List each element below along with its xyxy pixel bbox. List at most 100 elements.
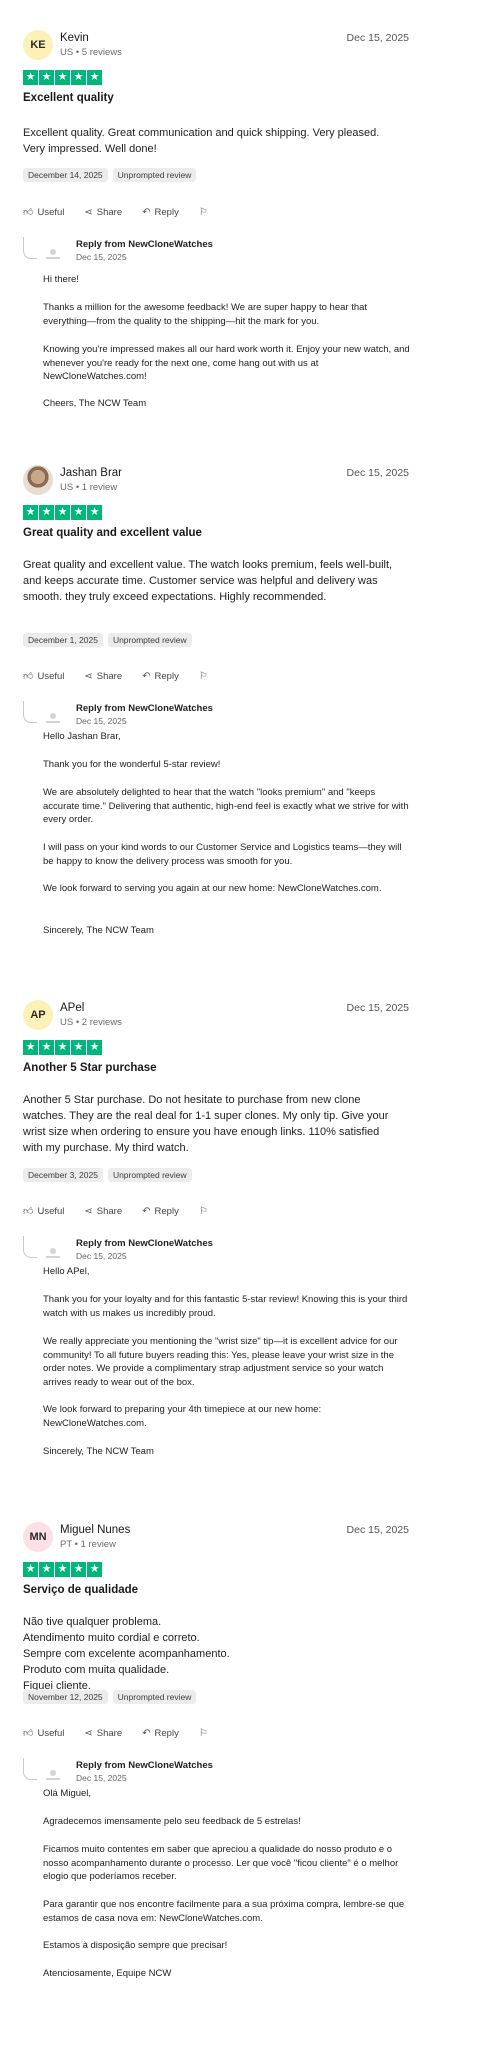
reviewer-name[interactable]: Jashan Brar: [60, 467, 122, 479]
star-icon: ★: [23, 1562, 38, 1577]
reply-paragraph: Ficamos muito contentes em saber que apr…: [43, 1844, 399, 1882]
avatar[interactable]: [23, 465, 53, 495]
star-icon: ★: [23, 1040, 38, 1055]
share-button[interactable]: ⋖ Share: [84, 1206, 122, 1217]
reply-from: Reply from NewCloneWatches: [76, 703, 213, 714]
reply-icon: ↶: [142, 1727, 151, 1739]
flag-button[interactable]: ⚐: [199, 1206, 208, 1217]
reviewer-name[interactable]: APel: [60, 1002, 84, 1014]
thumbs-up-icon: 👍︎: [23, 1206, 34, 1217]
useful-label: Useful: [37, 1205, 65, 1217]
experience-date-badge: December 14, 2025: [23, 168, 108, 182]
star-icon: ★: [55, 1040, 70, 1055]
useful-button[interactable]: 👍︎ Useful: [23, 1205, 65, 1218]
reply-paragraph: We look forward to preparing your 4th ti…: [43, 1404, 322, 1429]
reviewer-meta: US • 2 reviews: [60, 1017, 122, 1028]
star-icon: ★: [55, 1562, 70, 1577]
review-title[interactable]: Serviço de qualidade: [23, 1584, 138, 1596]
review-date: Dec 15, 2025: [346, 1524, 409, 1536]
reviewer-meta: US • 5 reviews: [60, 47, 122, 58]
reply-label: Reply: [154, 206, 179, 218]
company-logo-icon: [46, 249, 60, 261]
review-actions: 👍︎ Useful ⋖ Share ↶ Reply ⚐: [23, 1205, 228, 1218]
reviewer-name[interactable]: Kevin: [60, 32, 89, 44]
reply-from: Reply from NewCloneWatches: [76, 239, 213, 250]
star-rating: ★ ★ ★ ★ ★: [23, 505, 102, 520]
useful-button[interactable]: 👍︎ Useful: [23, 1727, 65, 1740]
reply-from: Reply from NewCloneWatches: [76, 1238, 213, 1249]
review-actions: 👍︎ Useful ⋖ Share ↶ Reply ⚐: [23, 1727, 228, 1740]
reply-button[interactable]: ↶ Reply: [142, 1206, 179, 1217]
share-icon: ⋖: [84, 1727, 93, 1739]
star-icon: ★: [39, 505, 54, 520]
review-title[interactable]: Excellent quality: [23, 92, 114, 104]
reply-label: Reply: [154, 1727, 179, 1739]
review-tags: December 3, 2025 Unprompted review: [23, 1168, 192, 1182]
review-date: Dec 15, 2025: [346, 467, 409, 479]
useful-button[interactable]: 👍︎ Useful: [23, 670, 65, 683]
share-icon: ⋖: [84, 1205, 93, 1217]
reply-paragraph: I will pass on your kind words to our Cu…: [43, 842, 402, 867]
share-label: Share: [96, 206, 123, 218]
experience-date-badge: December 3, 2025: [23, 1168, 103, 1182]
reply-paragraph: Agradecemos imensamente pelo seu feedbac…: [43, 1816, 301, 1827]
reply-icon: ↶: [142, 1205, 151, 1217]
star-icon: ★: [23, 70, 38, 85]
share-button[interactable]: ⋖ Share: [84, 207, 122, 218]
review-title[interactable]: Another 5 Star purchase: [23, 1062, 157, 1074]
flag-icon: ⚐: [198, 1205, 208, 1217]
review-tags: December 14, 2025 Unprompted review: [23, 168, 197, 182]
flag-button[interactable]: ⚐: [199, 671, 208, 682]
flag-icon: ⚐: [198, 670, 208, 682]
reply-paragraph: Thank you for the wonderful 5-star revie…: [43, 759, 221, 770]
star-icon: ★: [71, 505, 86, 520]
experience-date-badge: December 1, 2025: [23, 633, 103, 647]
review-actions: 👍︎ Useful ⋖ Share ↶ Reply ⚐: [23, 670, 228, 683]
reply-button[interactable]: ↶ Reply: [142, 207, 179, 218]
flag-button[interactable]: ⚐: [199, 1728, 208, 1739]
reply-from: Reply from NewCloneWatches: [76, 1760, 213, 1771]
review-body: Excellent quality. Great communication a…: [23, 127, 380, 155]
star-icon: ★: [87, 505, 102, 520]
review-title[interactable]: Great quality and excellent value: [23, 527, 202, 539]
experience-date-badge: November 12, 2025: [23, 1690, 108, 1704]
thumbs-up-icon: 👍︎: [23, 207, 34, 218]
avatar[interactable]: AP: [23, 1000, 53, 1030]
avatar[interactable]: KE: [23, 30, 53, 60]
reply-paragraph: Hi there!: [43, 274, 79, 285]
reply-button[interactable]: ↶ Reply: [142, 671, 179, 682]
share-icon: ⋖: [84, 670, 93, 682]
avatar[interactable]: MN: [23, 1522, 53, 1552]
flag-button[interactable]: ⚐: [199, 207, 208, 218]
star-icon: ★: [55, 505, 70, 520]
share-icon: ⋖: [84, 206, 93, 218]
share-label: Share: [96, 1727, 123, 1739]
useful-button[interactable]: 👍︎ Useful: [23, 206, 64, 219]
thumbs-up-icon: 👍︎: [23, 671, 34, 682]
share-button[interactable]: ⋖ Share: [84, 671, 122, 682]
reply-button[interactable]: ↶ Reply: [142, 1728, 179, 1739]
reply-paragraph: Estamos à disposição sempre que precisar…: [43, 1940, 228, 1951]
review-date: Dec 15, 2025: [346, 32, 409, 44]
share-label: Share: [96, 1205, 123, 1217]
star-icon: ★: [71, 1040, 86, 1055]
reviewer-name[interactable]: Miguel Nunes: [60, 1524, 130, 1536]
star-icon: ★: [87, 70, 102, 85]
reply-connector: [23, 1236, 37, 1258]
useful-label: Useful: [37, 1727, 65, 1739]
reply-date: Dec 15, 2025: [76, 716, 127, 726]
reply-paragraph: Para garantir que nos encontre facilment…: [43, 1899, 405, 1924]
review-body: Great quality and excellent value. The w…: [23, 559, 393, 603]
reply-icon: ↶: [142, 670, 151, 682]
share-button[interactable]: ⋖ Share: [84, 1728, 122, 1739]
star-rating: ★ ★ ★ ★ ★: [23, 1562, 102, 1577]
star-rating: ★ ★ ★ ★ ★: [23, 1040, 102, 1055]
reply-label: Reply: [154, 1205, 179, 1217]
star-rating: ★ ★ ★ ★ ★: [23, 70, 102, 85]
useful-label: Useful: [37, 670, 65, 682]
thumbs-up-icon: 👍︎: [23, 1728, 34, 1739]
reply-icon: ↶: [142, 206, 151, 218]
reply-paragraph: We are absolutely delighted to hear that…: [43, 787, 409, 825]
star-icon: ★: [23, 505, 38, 520]
reply-paragraph: Atenciosamente, Equipe NCW: [43, 1968, 172, 1979]
